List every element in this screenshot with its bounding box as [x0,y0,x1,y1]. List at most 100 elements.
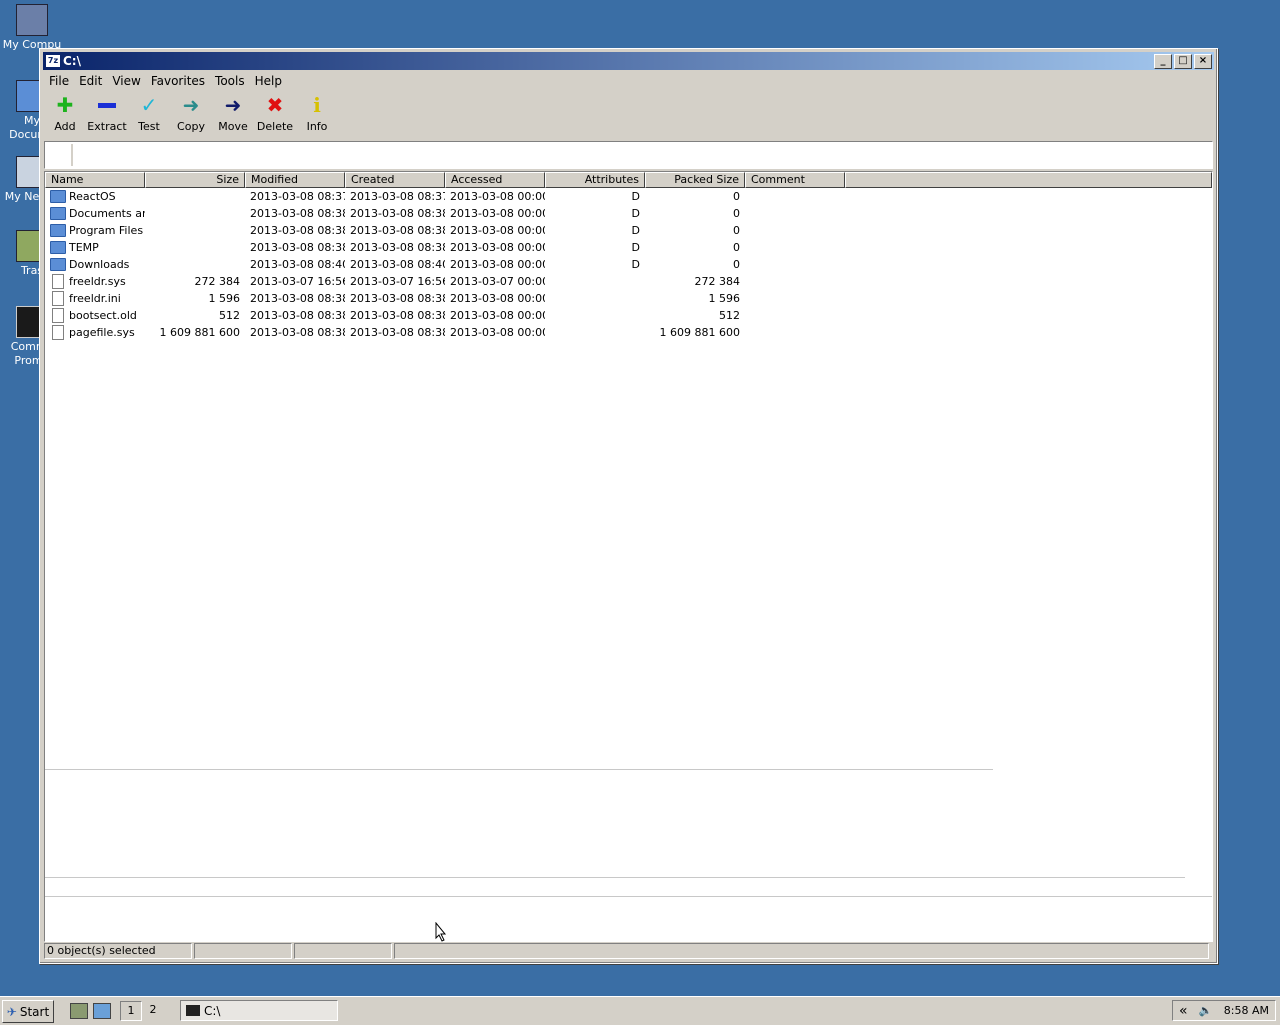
add-label: Add [54,120,76,133]
cell-created: 2013-03-08 08:38 [350,207,445,220]
cell-size [145,188,245,205]
add-button[interactable]: ✚ Add [44,93,86,137]
cell-attributes: D [631,258,640,271]
menu-favorites[interactable]: Favorites [146,72,210,90]
volume-icon[interactable]: 🔈 [1199,1004,1213,1017]
file-icon [52,274,64,289]
show-desktop-icon[interactable] [70,1003,88,1019]
maximize-button[interactable]: □ [1174,54,1192,69]
address-bar[interactable] [44,141,1213,169]
divider [45,896,1212,897]
cell-name: Program Files [45,222,145,239]
cell-comment [745,324,845,341]
cell-accessed: 2013-03-08 00:00 [450,326,545,339]
taskbar: ✈ Start 1 2 C:\ « 🔈 8:58 AM [0,996,1280,1025]
move-button[interactable]: ➜ Move [212,93,254,137]
delete-label: Delete [256,120,294,133]
start-button[interactable]: ✈ Start [2,1000,54,1023]
folder-icon [50,207,66,220]
table-row[interactable]: pagefile.sys 1 609 881 600 2013-03-08 08:3… [45,324,1212,341]
cell-name: freeldr.sys [45,273,145,290]
menu-view[interactable]: View [107,72,145,90]
cell-name: Documents an... [45,205,145,222]
menu-help[interactable]: Help [250,72,287,90]
menu-tools[interactable]: Tools [210,72,250,90]
minimize-button[interactable]: _ [1154,54,1172,69]
cell-attributes: D [631,224,640,237]
cell-comment [745,290,845,307]
extract-label: Extract [87,120,127,133]
column-comment[interactable]: Comment [745,172,845,188]
toolbar: ✚ Add Extract ✓ Test ➜ Copy ➜ Move ✖ Del… [44,93,338,137]
cell-accessed: 2013-03-08 00:00 [450,258,545,271]
cell-attributes [545,290,645,307]
cell-attributes [545,307,645,324]
menu-file[interactable]: File [44,72,74,90]
file-icon [52,308,64,323]
table-row[interactable]: TEMP 2013-03-08 08:38 2013-03-08 08:38 2013… [45,239,1212,256]
file-icon [52,325,64,340]
column-name[interactable]: Name [45,172,145,188]
cell-modified: 2013-03-08 08:38 [250,224,345,237]
file-name: pagefile.sys [69,326,135,339]
cell-name: ReactOS [45,188,145,205]
copy-button[interactable]: ➜ Copy [170,93,212,137]
file-name: Documents an... [69,207,145,220]
taskbar-window-label: C:\ [204,1003,221,1018]
extract-button[interactable]: Extract [86,93,128,137]
delete-button[interactable]: ✖ Delete [254,93,296,137]
column-created[interactable]: Created [345,172,445,188]
title-bar[interactable]: 7z C:\ _ □ × [43,52,1214,70]
table-row[interactable]: bootsect.old 512 2013-03-08 08:38 2013-03-0… [45,307,1212,324]
table-row[interactable]: Downloads 2013-03-08 08:40 2013-03-08 08:4… [45,256,1212,273]
cell-packed: 0 [733,241,740,254]
file-list[interactable]: Name Size Modified Created Accessed Attr… [44,171,1213,942]
folder-up-icon[interactable] [47,144,73,166]
status-panel-2 [194,943,292,959]
cell-created: 2013-03-08 08:38 [350,241,445,254]
table-row[interactable]: ReactOS 2013-03-08 08:37 2013-03-08 08:37 2… [45,188,1212,205]
cell-packed: 272 384 [694,275,741,288]
table-row[interactable]: Program Files 2013-03-08 08:38 2013-03-08 … [45,222,1212,239]
divider [45,877,1185,878]
delete-icon: ✖ [266,93,284,117]
cell-modified: 2013-03-07 16:56 [250,275,345,288]
cell-modified: 2013-03-08 08:38 [250,326,345,339]
file-rows: ReactOS 2013-03-08 08:37 2013-03-08 08:37 2… [45,188,1212,341]
info-button[interactable]: i Info [296,93,338,137]
virtual-desktop-1[interactable]: 1 [120,1001,142,1021]
table-row[interactable]: Documents an... 2013-03-08 08:38 2013-03-0… [45,205,1212,222]
virtual-desktop-2[interactable]: 2 [143,1001,163,1019]
clock[interactable]: 8:58 AM [1224,1004,1269,1017]
status-panel-3 [294,943,392,959]
column-accessed[interactable]: Accessed [445,172,545,188]
column-packed-size[interactable]: Packed Size [645,172,745,188]
menu-bar: File Edit View Favorites Tools Help [44,72,287,90]
column-attributes[interactable]: Attributes [545,172,645,188]
cell-name: freeldr.ini [45,290,145,307]
file-name: bootsect.old [69,309,137,322]
browser-icon[interactable] [93,1003,111,1019]
cell-created: 2013-03-08 08:38 [350,292,445,305]
menu-edit[interactable]: Edit [74,72,107,90]
close-button[interactable]: × [1194,54,1212,69]
table-row[interactable]: freeldr.ini 1 596 2013-03-08 08:38 2013-03-… [45,290,1212,307]
table-row[interactable]: freeldr.sys 272 384 2013-03-07 16:56 2013-0… [45,273,1212,290]
info-label: Info [306,120,328,133]
column-modified[interactable]: Modified [245,172,345,188]
folder-icon [50,258,66,271]
column-size[interactable]: Size [145,172,245,188]
cell-size: 272 384 [194,275,241,288]
file-name: Downloads [69,258,130,271]
cell-comment [745,256,845,273]
taskbar-window-button[interactable]: C:\ [180,1000,338,1021]
cell-packed: 1 596 [708,292,741,305]
test-button[interactable]: ✓ Test [128,93,170,137]
tray-expand-icon[interactable]: « [1179,1003,1188,1019]
cell-created: 2013-03-07 16:56 [350,275,445,288]
desktop-icon-my-computer[interactable]: My Compu [2,4,62,52]
file-icon [52,291,64,306]
cell-size: 1 596 [208,292,241,305]
cell-name: Downloads [45,256,145,273]
cell-attributes: D [631,190,640,203]
